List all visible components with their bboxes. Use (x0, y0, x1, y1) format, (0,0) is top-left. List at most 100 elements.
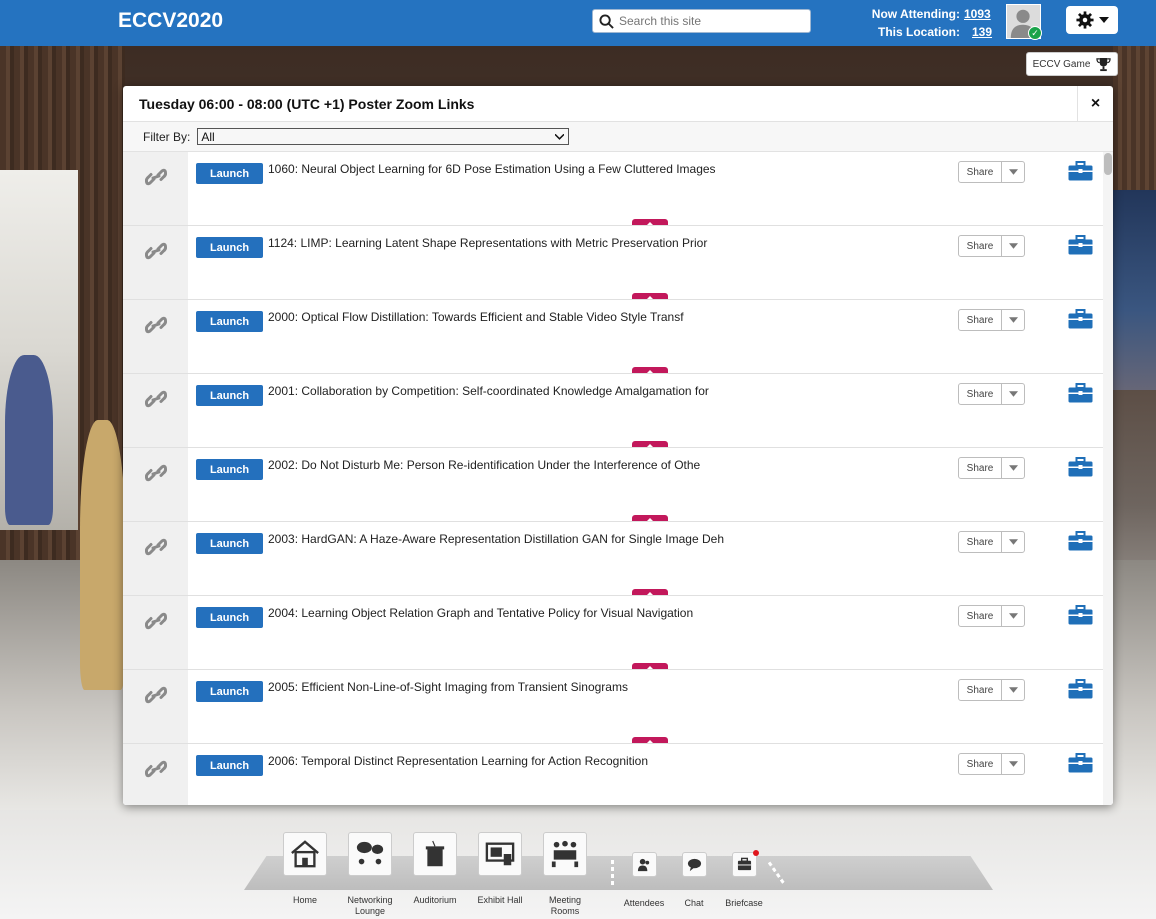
nav-networking-lounge[interactable]: Networking Lounge (340, 832, 400, 917)
expand-tab[interactable] (632, 293, 668, 299)
top-navigation-bar: ECCV2020 Now Attending: This Location: 1… (0, 0, 1156, 46)
nav-briefcase[interactable]: Briefcase (718, 852, 770, 909)
search-icon (599, 13, 614, 29)
share-chevron-down-icon[interactable] (1002, 162, 1024, 182)
expand-tab[interactable] (632, 515, 668, 521)
share-label: Share (959, 458, 1002, 478)
briefcase-icon[interactable] (1068, 161, 1093, 181)
link-icon[interactable] (145, 390, 167, 408)
settings-menu-button[interactable] (1066, 6, 1118, 34)
expand-tab[interactable] (632, 737, 668, 743)
share-label: Share (959, 236, 1002, 256)
expand-tab[interactable] (632, 219, 668, 225)
poster-row: Launch 2006: Temporal Distinct Represent… (123, 744, 1103, 805)
launch-button[interactable]: Launch (196, 459, 263, 480)
now-attending-count-link[interactable]: 1093 (964, 5, 992, 23)
launch-button[interactable]: Launch (196, 533, 263, 554)
share-chevron-down-icon[interactable] (1002, 236, 1024, 256)
nav-exhibit-hall[interactable]: Exhibit Hall (470, 832, 530, 906)
this-location-label: This Location: (878, 25, 960, 39)
briefcase-icon[interactable] (1068, 309, 1093, 329)
share-chevron-down-icon[interactable] (1002, 606, 1024, 626)
site-logo[interactable]: ECCV2020 (118, 9, 223, 33)
share-dropdown-button[interactable]: Share (958, 531, 1025, 553)
link-icon[interactable] (145, 242, 167, 260)
share-dropdown-button[interactable]: Share (958, 161, 1025, 183)
search-box[interactable] (592, 9, 811, 33)
poster-title: 2006: Temporal Distinct Representation L… (268, 754, 649, 768)
nav-chat-label: Chat (684, 898, 704, 908)
briefcase-icon[interactable] (1068, 383, 1093, 403)
now-attending-label: Now Attending: (871, 7, 960, 21)
close-button[interactable]: × (1077, 86, 1113, 122)
nav-home-label: Home (292, 895, 317, 905)
nav-chat[interactable]: Chat (672, 852, 716, 909)
nav-attendees[interactable]: Attendees (616, 852, 672, 909)
briefcase-icon[interactable] (1068, 235, 1093, 255)
link-icon[interactable] (145, 686, 167, 704)
poster-row: Launch 2001: Collaboration by Competitio… (123, 374, 1103, 448)
expand-tab[interactable] (632, 663, 668, 669)
eccv-game-button[interactable]: ECCV Game (1026, 52, 1118, 76)
filter-select[interactable]: All (197, 128, 570, 145)
briefcase-icon[interactable] (1068, 679, 1093, 699)
podium-icon (413, 832, 457, 876)
nav-meeting-rooms[interactable]: Meeting Rooms (535, 832, 595, 917)
launch-button[interactable]: Launch (196, 237, 263, 258)
expand-tab[interactable] (632, 367, 668, 373)
nav-auditorium[interactable]: Auditorium (405, 832, 465, 906)
share-dropdown-button[interactable]: Share (958, 753, 1025, 775)
poster-row: Launch 2005: Efficient Non-Line-of-Sight… (123, 670, 1103, 744)
share-chevron-down-icon[interactable] (1002, 310, 1024, 330)
link-icon[interactable] (145, 612, 167, 630)
nav-auditorium-label: Auditorium (413, 895, 457, 905)
nav-meeting-label: Meeting Rooms (548, 895, 582, 916)
launch-button[interactable]: Launch (196, 311, 263, 332)
share-chevron-down-icon[interactable] (1002, 458, 1024, 478)
share-dropdown-button[interactable]: Share (958, 235, 1025, 257)
share-dropdown-button[interactable]: Share (958, 605, 1025, 627)
briefcase-icon[interactable] (1068, 531, 1093, 551)
gear-icon (1075, 11, 1094, 29)
poster-title: 1124: LIMP: Learning Latent Shape Repres… (268, 236, 708, 250)
share-dropdown-button[interactable]: Share (958, 309, 1025, 331)
share-dropdown-button[interactable]: Share (958, 383, 1025, 405)
link-icon[interactable] (145, 760, 167, 778)
launch-button[interactable]: Launch (196, 385, 263, 406)
nav-home[interactable]: Home (275, 832, 335, 906)
link-icon[interactable] (145, 464, 167, 482)
share-dropdown-button[interactable]: Share (958, 679, 1025, 701)
briefcase-icon[interactable] (1068, 457, 1093, 477)
share-chevron-down-icon[interactable] (1002, 532, 1024, 552)
filter-label: Filter By: (143, 129, 191, 144)
share-chevron-down-icon[interactable] (1002, 680, 1024, 700)
attendees-icon (631, 852, 657, 877)
launch-button[interactable]: Launch (196, 755, 263, 776)
nav-exhibit-label: Exhibit Hall (477, 895, 523, 905)
launch-button[interactable]: Launch (196, 681, 263, 702)
chevron-down-icon (555, 133, 565, 140)
briefcase-icon[interactable] (1068, 605, 1093, 625)
share-chevron-down-icon[interactable] (1002, 754, 1024, 774)
user-avatar[interactable]: ✓ (1006, 4, 1042, 40)
scrollbar[interactable] (1103, 152, 1113, 805)
share-dropdown-button[interactable]: Share (958, 457, 1025, 479)
search-input[interactable] (619, 14, 799, 28)
poster-title: 2004: Learning Object Relation Graph and… (268, 606, 694, 620)
briefcase-icon[interactable] (1068, 753, 1093, 773)
poster-row: Launch 1124: LIMP: Learning Latent Shape… (123, 226, 1103, 300)
share-chevron-down-icon[interactable] (1002, 384, 1024, 404)
link-icon[interactable] (145, 168, 167, 186)
share-label: Share (959, 310, 1002, 330)
link-icon[interactable] (145, 316, 167, 334)
link-icon[interactable] (145, 538, 167, 556)
expand-tab[interactable] (632, 589, 668, 595)
poster-list[interactable]: Launch 1060: Neural Object Learning for … (123, 152, 1113, 805)
launch-button[interactable]: Launch (196, 607, 263, 628)
poster-title: 2003: HardGAN: A Haze-Aware Representati… (268, 532, 725, 546)
this-location-count-link[interactable]: 139 (964, 23, 992, 41)
scrollbar-thumb[interactable] (1104, 153, 1112, 175)
launch-button[interactable]: Launch (196, 163, 263, 184)
meeting-table-icon (543, 832, 587, 876)
expand-tab[interactable] (632, 441, 668, 447)
